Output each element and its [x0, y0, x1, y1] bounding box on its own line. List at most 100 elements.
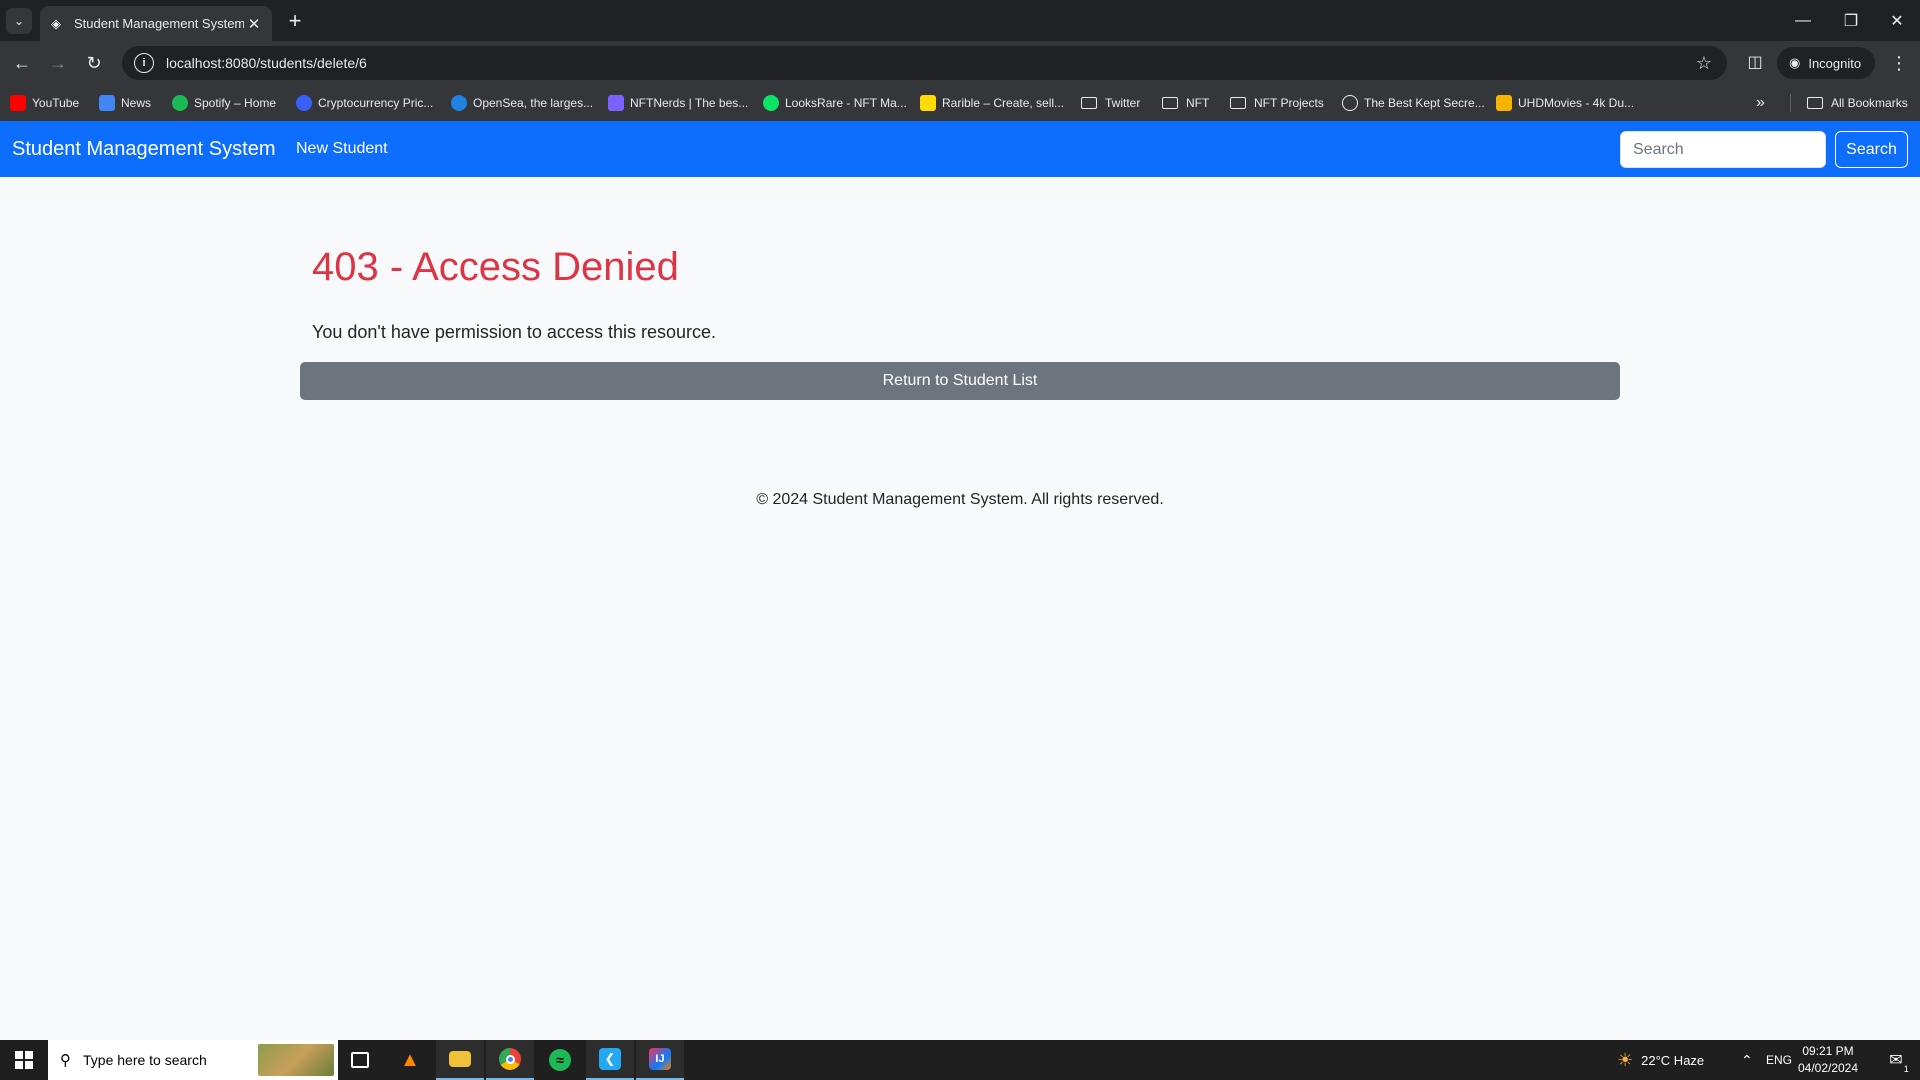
bookmark-star-icon[interactable]: ☆	[1689, 53, 1719, 74]
vlc-icon[interactable]: ▲	[386, 1040, 434, 1080]
all-bookmarks-label: All Bookmarks	[1831, 96, 1908, 110]
bookmark-label: NFT	[1186, 96, 1210, 110]
new-student-link[interactable]: New Student	[296, 121, 388, 177]
windows-taskbar: ⚲ Type here to search ▲ ≈ ❮ IJ ☀ 22°C Ha…	[0, 1040, 1920, 1080]
all-bookmarks-button[interactable]: All Bookmarks	[1807, 85, 1908, 121]
bookmarks-divider	[1790, 94, 1791, 112]
bookmark-label: Spotify – Home	[194, 96, 277, 110]
chrome-logo-icon	[499, 1048, 521, 1070]
search-button[interactable]: Search	[1835, 131, 1908, 168]
bookmark-item[interactable]: UHDMovies - 4k Du...	[1496, 85, 1634, 121]
address-bar[interactable]: i localhost:8080/students/delete/6 ☆	[122, 46, 1727, 80]
vscode-icon[interactable]: ❮	[586, 1040, 634, 1080]
bookmark-item[interactable]: NFT	[1162, 85, 1209, 121]
tab-close-icon[interactable]: ✕	[244, 15, 264, 33]
bookmark-item[interactable]: Twitter	[1081, 85, 1140, 121]
tab-title: Student Management System -	[74, 16, 244, 31]
more-bookmarks-chevron-icon[interactable]: »	[1756, 85, 1765, 121]
bookmark-item[interactable]: YouTube	[10, 85, 79, 121]
new-tab-plus-icon[interactable]: +	[282, 8, 308, 34]
bookmark-item[interactable]: Spotify – Home	[172, 85, 276, 121]
notification-count: 1	[1903, 1064, 1909, 1074]
error-message: You don't have permission to access this…	[312, 322, 716, 342]
side-panel-icon[interactable]: ◫	[1744, 51, 1766, 73]
minimize-icon[interactable]: —	[1780, 0, 1826, 41]
forward-arrow-icon[interactable]: →	[44, 49, 72, 77]
message-icon: ✉ 1	[1889, 1052, 1909, 1074]
search-icon: ⚲	[60, 1052, 71, 1069]
search-input[interactable]	[1620, 131, 1826, 168]
incognito-profile-button[interactable]: ◉ Incognito	[1777, 47, 1875, 79]
language-indicator[interactable]: ENG	[1766, 1040, 1792, 1080]
coinmarketcap-icon	[296, 95, 312, 111]
bookmark-item[interactable]: LooksRare - NFT Ma...	[763, 85, 907, 121]
bookmark-item[interactable]: The Best Kept Secre...	[1342, 85, 1485, 121]
spotify-app-icon[interactable]: ≈	[536, 1040, 584, 1080]
opensea-icon	[451, 95, 467, 111]
bookmark-item[interactable]: OpenSea, the larges...	[451, 85, 593, 121]
restore-icon[interactable]: ❐	[1828, 0, 1874, 41]
news-icon	[99, 95, 115, 111]
intellij-icon[interactable]: IJ	[636, 1040, 684, 1080]
clock-date: 04/02/2024	[1797, 1061, 1859, 1075]
folder-icon	[1230, 97, 1246, 109]
taskbar-search-placeholder: Type here to search	[83, 1052, 207, 1068]
weather-widget[interactable]: ☀ 22°C Haze	[1617, 1040, 1704, 1080]
bookmark-item[interactable]: Cryptocurrency Pric...	[296, 85, 433, 121]
code-editor-icon: ❮	[599, 1048, 621, 1070]
browser-chrome: ⌄ ◈ Student Management System - ✕ + — ❐ …	[0, 0, 1920, 121]
task-view-icon[interactable]	[336, 1040, 384, 1080]
rarible-icon	[920, 95, 936, 111]
looksrare-icon	[763, 95, 779, 111]
navbar-brand[interactable]: Student Management System	[12, 121, 275, 177]
tray-overflow-chevron-icon[interactable]: ⌃	[1741, 1040, 1753, 1080]
browser-menu-icon[interactable]: ⋮	[1888, 49, 1910, 77]
folder-icon	[1807, 97, 1823, 109]
taskbar-search-box[interactable]: ⚲ Type here to search	[48, 1040, 338, 1080]
folder-icon	[1162, 97, 1178, 109]
search-highlight-image	[258, 1044, 334, 1076]
bookmark-label: NFT Projects	[1254, 96, 1324, 110]
bookmark-label: LooksRare - NFT Ma...	[785, 96, 907, 110]
clock[interactable]: 09:21 PM 04/02/2024	[1795, 1043, 1861, 1077]
diamond-favicon-icon: ◈	[51, 15, 61, 31]
intellij-logo-icon: IJ	[649, 1048, 671, 1070]
folder-app-icon	[449, 1051, 471, 1067]
weather-text: 22°C Haze	[1641, 1052, 1705, 1068]
bookmark-label: The Best Kept Secre...	[1364, 96, 1485, 110]
back-arrow-icon[interactable]: ←	[8, 49, 36, 77]
globe-icon	[1342, 95, 1358, 111]
url-text[interactable]: localhost:8080/students/delete/6	[166, 55, 1689, 71]
chrome-icon[interactable]	[486, 1040, 534, 1080]
browser-toolbar: ← → ↻ i localhost:8080/students/delete/6…	[0, 41, 1920, 85]
bookmark-label: News	[121, 96, 152, 110]
youtube-icon	[10, 95, 26, 111]
bookmark-item[interactable]: NFTNerds | The bes...	[608, 85, 748, 121]
incognito-icon: ◉	[1789, 55, 1801, 70]
tab-search-chevron-icon[interactable]: ⌄	[6, 8, 32, 34]
error-title: 403 - Access Denied	[312, 245, 679, 289]
bookmarks-bar: All Bookmarks » YouTube News Spotify – Hom…	[0, 85, 1920, 121]
vlc-cone-icon: ▲	[400, 1048, 420, 1071]
bookmark-label: OpenSea, the larges...	[473, 96, 594, 110]
reload-icon[interactable]: ↻	[80, 49, 108, 77]
window-close-icon[interactable]: ✕	[1874, 0, 1920, 41]
active-tab[interactable]: ◈ Student Management System - ✕	[40, 6, 272, 41]
bookmark-item[interactable]: Rarible – Create, sell...	[920, 85, 1064, 121]
site-info-icon[interactable]: i	[134, 53, 154, 73]
windows-logo-icon	[15, 1051, 33, 1069]
tab-strip: ⌄ ◈ Student Management System - ✕ + — ❐ …	[0, 0, 1920, 41]
bookmark-item[interactable]: News	[99, 85, 151, 121]
bookmark-item[interactable]: NFT Projects	[1230, 85, 1324, 121]
clock-time: 09:21 PM	[1802, 1044, 1854, 1058]
notification-center-icon[interactable]: ✉ 1	[1876, 1040, 1916, 1080]
file-explorer-icon[interactable]	[436, 1040, 484, 1080]
folder-icon	[1081, 97, 1097, 109]
bookmark-label: NFTNerds | The bes...	[630, 96, 749, 110]
return-to-student-list-button[interactable]: Return to Student List	[300, 362, 1620, 400]
start-button[interactable]	[0, 1040, 48, 1080]
bookmark-label: UHDMovies - 4k Du...	[1518, 96, 1635, 110]
weather-haze-icon: ☀	[1617, 1049, 1634, 1070]
nftnerds-icon	[608, 95, 624, 111]
uhdmovies-icon	[1496, 95, 1512, 111]
